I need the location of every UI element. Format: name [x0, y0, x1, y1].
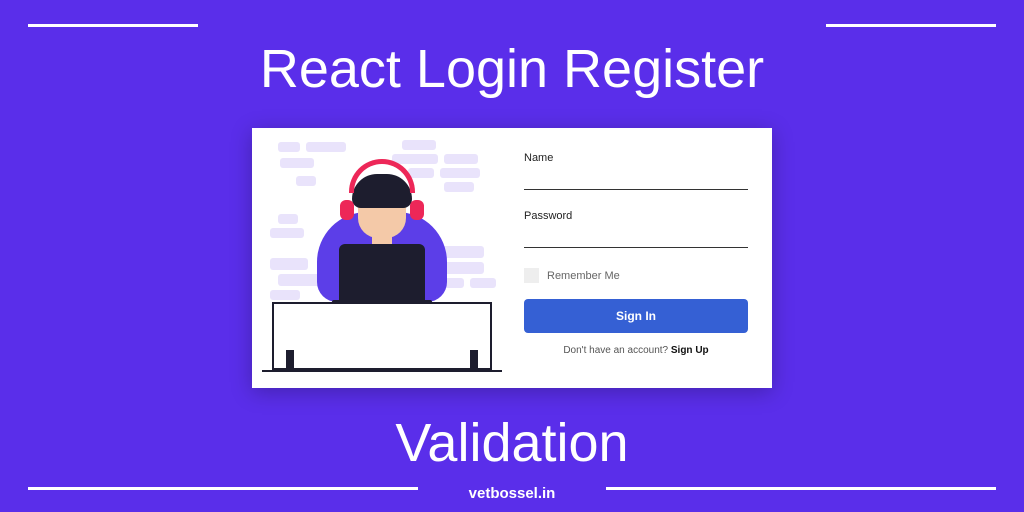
desk: [272, 302, 492, 370]
password-input[interactable]: [524, 226, 748, 248]
login-card: Name Password Remember Me Sign In Don't …: [252, 128, 772, 388]
signin-button[interactable]: Sign In: [524, 299, 748, 333]
desk-leg-right: [470, 350, 478, 370]
signup-row: Don't have an account? Sign Up: [524, 345, 748, 356]
divider-top-right: [826, 24, 996, 27]
heading-bottom: Validation: [0, 412, 1024, 474]
remember-checkbox[interactable]: [524, 268, 539, 283]
illustration-panel: [252, 128, 512, 388]
remember-label: Remember Me: [547, 270, 620, 282]
form-panel: Name Password Remember Me Sign In Don't …: [512, 128, 772, 388]
floor-line: [262, 370, 502, 372]
divider-top-left: [28, 24, 198, 27]
heading-top: React Login Register: [0, 38, 1024, 100]
password-label: Password: [524, 210, 748, 222]
remember-row: Remember Me: [524, 268, 748, 283]
name-label: Name: [524, 152, 748, 164]
footer-text: vetbossel.in: [0, 485, 1024, 502]
earcup-left-icon: [340, 200, 354, 220]
name-input[interactable]: [524, 168, 748, 190]
earcup-right-icon: [410, 200, 424, 220]
desk-leg-left: [286, 350, 294, 370]
signup-prompt: Don't have an account?: [563, 345, 671, 356]
signup-link[interactable]: Sign Up: [671, 345, 709, 356]
headphone-icon: [349, 159, 415, 193]
laptop-icon: [339, 244, 425, 302]
